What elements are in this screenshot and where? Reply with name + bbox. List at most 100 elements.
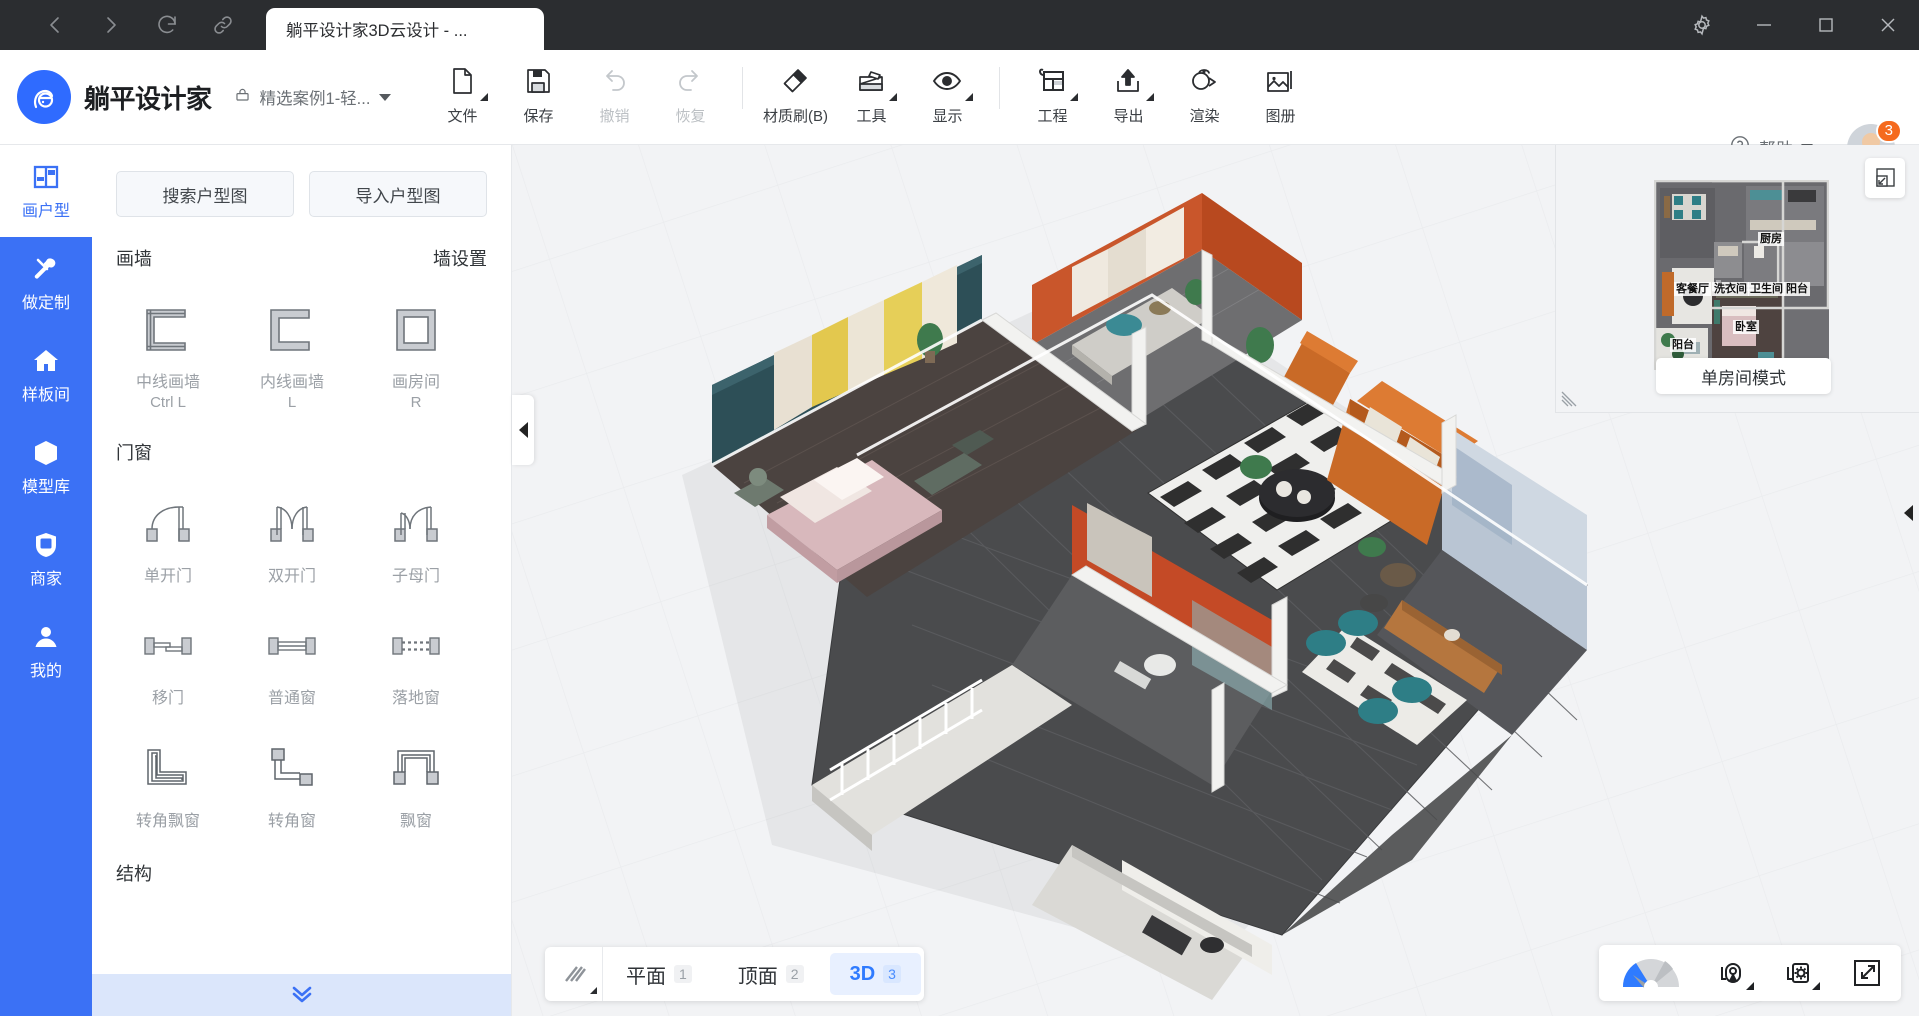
tool-corner-bay-window[interactable]: 转角飘窗 xyxy=(106,724,230,833)
sidebar-item-merchant[interactable]: 商家 xyxy=(0,513,92,605)
link-icon[interactable] xyxy=(210,12,236,38)
collapse-panel-right-icon xyxy=(1903,505,1913,521)
tool-label: 飘窗 xyxy=(399,812,432,830)
tool-label: 普通窗 xyxy=(267,690,316,708)
minimap-floorplan[interactable]: 厨房 客餐厅 洗衣间 卫生间 阳台 卧室 阳台 xyxy=(1653,179,1830,371)
panel-action-buttons: 搜索户型图 导入户型图 xyxy=(92,145,511,217)
camera-location-icon[interactable] xyxy=(1715,953,1755,993)
tool-redo[interactable]: 恢复 xyxy=(652,59,728,126)
tool-export[interactable]: 导出 xyxy=(1090,59,1166,126)
lock-icon xyxy=(234,86,251,108)
collapse-panel-right-button[interactable] xyxy=(1897,478,1919,548)
blueprint-icon xyxy=(1035,59,1069,103)
project-name: 精选案例1-轻... xyxy=(259,90,371,108)
tool-project[interactable]: 工程 xyxy=(1014,59,1090,126)
browser-tab[interactable]: 躺平设计家3D云设计 - ... xyxy=(266,8,544,50)
tool-tools[interactable]: 工具 xyxy=(833,59,909,126)
maximize-icon[interactable] xyxy=(1795,0,1857,50)
back-icon[interactable] xyxy=(42,12,68,38)
tool-double-door[interactable]: 双开门 xyxy=(230,479,354,588)
reload-icon[interactable] xyxy=(154,12,180,38)
gear-icon[interactable] xyxy=(1671,0,1733,50)
minimap-room-label: 卫生间 xyxy=(1748,282,1785,296)
tool-single-door[interactable]: 单开门 xyxy=(106,479,230,588)
wall-tool-grid: 中线画墙 Ctrl L 内线画墙 L 画房间 R xyxy=(92,271,511,411)
search-floorplan-button[interactable]: 搜索户型图 xyxy=(116,171,294,217)
browser-nav-buttons xyxy=(0,12,236,38)
expand-minimap-icon[interactable] xyxy=(1865,158,1905,198)
normal-window-icon xyxy=(263,613,321,679)
tool-label: 子母门 xyxy=(391,567,440,585)
section-header-draw-wall: 画墙 墙设置 xyxy=(92,217,511,271)
tab-3d-view[interactable]: 3D 3 xyxy=(829,953,921,995)
minimap-room-label: 阳台 xyxy=(1670,338,1696,352)
sidebar-item-floorplan[interactable]: 画户型 xyxy=(0,145,92,237)
redo-icon xyxy=(673,59,707,103)
single-door-icon xyxy=(139,491,197,557)
forward-icon[interactable] xyxy=(98,12,124,38)
menu-caret-icon xyxy=(1812,982,1820,990)
tool-label: 文件 xyxy=(447,107,478,125)
menu-caret-icon xyxy=(965,92,974,101)
tool-inner-wall[interactable]: 内线画墙 L xyxy=(230,285,354,411)
teapot-icon xyxy=(1186,59,1222,103)
project-selector[interactable]: 精选案例1-轻... xyxy=(234,85,392,109)
tool-french-window[interactable]: 落地窗 xyxy=(354,601,478,710)
sliding-door-icon xyxy=(139,613,197,679)
tool-undo[interactable]: 撤销 xyxy=(576,59,652,126)
wall-settings-link[interactable]: 墙设置 xyxy=(433,245,487,271)
tool-display[interactable]: 显示 xyxy=(909,59,985,126)
tool-label: 撤销 xyxy=(599,107,630,125)
menu-caret-icon xyxy=(889,92,898,101)
tool-render[interactable]: 渲染 xyxy=(1166,59,1242,126)
tool-bay-window[interactable]: 飘窗 xyxy=(354,724,478,833)
tool-center-wall[interactable]: 中线画墙 Ctrl L xyxy=(106,285,230,411)
section-header-door-window: 门窗 xyxy=(92,411,511,465)
sidebar-item-customize[interactable]: 做定制 xyxy=(0,237,92,329)
double-door-icon xyxy=(263,491,321,557)
tool-file[interactable]: 文件 xyxy=(424,59,500,126)
tool-save[interactable]: 保存 xyxy=(500,59,576,126)
minimap-room-label: 洗衣间 xyxy=(1712,282,1749,296)
tool-corner-window[interactable]: 转角窗 xyxy=(230,724,354,833)
sidebar-item-mine[interactable]: 我的 xyxy=(0,605,92,697)
tool-unequal-door[interactable]: 子母门 xyxy=(354,479,478,588)
fit-screen-icon[interactable] xyxy=(1847,953,1887,993)
tab-plan-view[interactable]: 平面 1 xyxy=(606,953,712,995)
bay-window-icon xyxy=(387,736,445,802)
tool-label: 移门 xyxy=(151,690,184,708)
left-rail: 画户型 做定制 样板间 模型库 商家 我的 xyxy=(0,145,92,1016)
minimap-room-label: 卧室 xyxy=(1733,320,1759,334)
close-icon[interactable] xyxy=(1857,0,1919,50)
tool-normal-window[interactable]: 普通窗 xyxy=(230,601,354,710)
panel-collapse-bar[interactable] xyxy=(92,974,511,1016)
toolbar-divider xyxy=(999,66,1001,109)
tab-shortcut: 2 xyxy=(785,965,804,983)
camera-settings-icon[interactable] xyxy=(1781,953,1821,993)
import-floorplan-button[interactable]: 导入户型图 xyxy=(309,171,487,217)
tool-material-brush[interactable]: 材质刷(B) xyxy=(757,59,833,126)
tool-shortcut: L xyxy=(287,393,297,411)
tab-ceiling-view[interactable]: 顶面 2 xyxy=(718,953,824,995)
sidebar-item-label: 商家 xyxy=(29,570,62,588)
toolbar-tools: 文件 保存 撤销 恢复 材质刷(B) 工具 显示 工程 导出 渲染 图册 xyxy=(424,50,1318,145)
minimize-icon[interactable] xyxy=(1733,0,1795,50)
viewport-controls xyxy=(1599,945,1901,1001)
section-title: 画墙 xyxy=(116,249,152,269)
tool-sliding-door[interactable]: 移门 xyxy=(106,601,230,710)
layers-icon[interactable] xyxy=(545,947,603,1001)
collapse-panel-left-button[interactable] xyxy=(512,395,534,465)
tool-draw-room[interactable]: 画房间 R xyxy=(354,285,478,411)
browser-tabstrip: 躺平设计家3D云设计 - ... xyxy=(266,0,544,50)
sidebar-item-showroom[interactable]: 样板间 xyxy=(0,329,92,421)
tool-label: 图册 xyxy=(1265,107,1296,125)
sidebar-item-model-library[interactable]: 模型库 xyxy=(0,421,92,513)
sidebar-item-label: 画户型 xyxy=(21,202,70,220)
save-icon xyxy=(521,59,555,103)
collapse-panel-left-icon xyxy=(518,422,528,438)
single-room-mode-button[interactable]: 单房间模式 xyxy=(1656,358,1831,394)
tool-album[interactable]: 图册 xyxy=(1242,59,1318,126)
compass-view-cone-icon[interactable] xyxy=(1613,953,1689,993)
minimap-resize-handle[interactable] xyxy=(1560,386,1582,408)
tool-label: 内线画墙 xyxy=(259,374,324,391)
